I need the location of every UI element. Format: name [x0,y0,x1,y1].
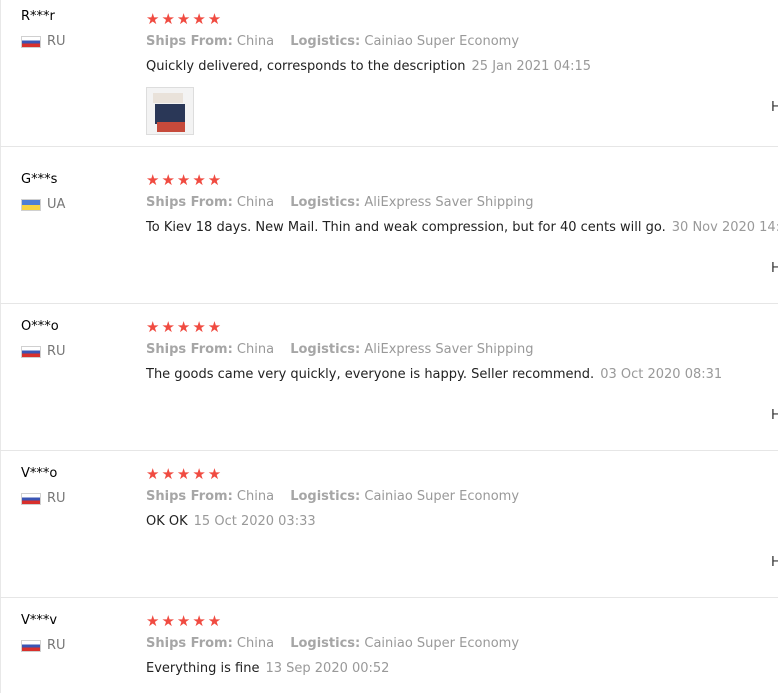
ships-from-value: China [236,636,275,651]
reviewer-name: V***o [21,466,58,481]
logistics-value: Cainiao Super Economy [364,34,520,49]
logistics-label: Logistics: [290,34,361,49]
country-code: RU [47,34,66,49]
review-text-line: OK OK 15 Oct 2020 03:33 [146,514,316,529]
ships-from-value: China [236,489,275,504]
shipping-info: Ships From: China Logistics: AliExpress … [146,195,533,210]
review-item: R***r RU ★★★★★ Ships From: China Logisti… [0,0,778,147]
russia-flag-icon [21,492,41,505]
helpful-link[interactable]: H [771,555,778,570]
review-text: Everything is fine [146,661,260,676]
review-text: OK OK [146,514,188,529]
shipping-info: Ships From: China Logistics: AliExpress … [146,342,533,357]
star-rating: ★★★★★ [146,612,224,630]
reviewer-name: O***o [21,319,59,334]
reviewer-country: RU [21,34,66,49]
review-date: 25 Jan 2021 04:15 [471,59,592,74]
ships-from-label: Ships From: [146,342,233,357]
country-code: RU [47,344,66,359]
reviewer-country: RU [21,491,66,506]
review-text: The goods came very quickly, everyone is… [146,367,595,382]
review-date: 15 Oct 2020 03:33 [193,514,316,529]
helpful-link[interactable]: H [771,408,778,423]
ships-from-label: Ships From: [146,195,233,210]
country-code: UA [47,197,66,212]
star-rating: ★★★★★ [146,318,224,336]
russia-flag-icon [21,35,41,48]
star-rating: ★★★★★ [146,10,224,28]
reviewer-country: UA [21,197,65,212]
star-rating: ★★★★★ [146,465,224,483]
ships-from-value: China [236,195,275,210]
russia-flag-icon [21,345,41,358]
reviewer-country: RU [21,344,66,359]
ships-from-value: China [236,342,275,357]
logistics-value: AliExpress Saver Shipping [364,342,534,357]
review-text-line: Quickly delivered, corresponds to the de… [146,59,591,74]
country-code: RU [47,491,66,506]
review-text-line: Everything is fine 13 Sep 2020 00:52 [146,661,389,676]
review-date: 13 Sep 2020 00:52 [265,661,390,676]
helpful-link[interactable]: H [771,261,778,276]
reviewer-country: RU [21,638,66,653]
review-item: V***v RU ★★★★★ Ships From: China Logisti… [0,598,778,693]
review-item: O***o RU ★★★★★ Ships From: China Logisti… [0,304,778,451]
logistics-value: Cainiao Super Economy [364,489,520,504]
ships-from-label: Ships From: [146,489,233,504]
review-text: Quickly delivered, corresponds to the de… [146,59,466,74]
logistics-label: Logistics: [290,489,361,504]
review-date: 03 Oct 2020 08:31 [600,367,723,382]
reviewer-name: V***v [21,613,58,628]
logistics-label: Logistics: [290,342,361,357]
review-text-line: The goods came very quickly, everyone is… [146,367,722,382]
logistics-label: Logistics: [290,195,361,210]
shipping-info: Ships From: China Logistics: Cainiao Sup… [146,34,519,49]
shipping-info: Ships From: China Logistics: Cainiao Sup… [146,489,519,504]
logistics-value: AliExpress Saver Shipping [364,195,534,210]
ships-from-label: Ships From: [146,34,233,49]
logistics-label: Logistics: [290,636,361,651]
review-text: To Kiev 18 days. New Mail. Thin and weak… [146,220,666,235]
star-rating: ★★★★★ [146,171,224,189]
review-date: 30 Nov 2020 14:18 [671,220,778,235]
reviewer-name: G***s [21,172,58,187]
review-item: G***s UA ★★★★★ Ships From: China Logisti… [0,157,778,304]
logistics-value: Cainiao Super Economy [364,636,520,651]
shipping-info: Ships From: China Logistics: Cainiao Sup… [146,636,519,651]
review-text-line: To Kiev 18 days. New Mail. Thin and weak… [146,220,778,235]
reviewer-name: R***r [21,9,55,24]
review-item: V***o RU ★★★★★ Ships From: China Logisti… [0,451,778,598]
ukraine-flag-icon [21,198,41,211]
review-photo-thumbnail[interactable] [146,87,194,135]
helpful-link[interactable]: H [771,100,778,115]
ships-from-value: China [236,34,275,49]
country-code: RU [47,638,66,653]
ships-from-label: Ships From: [146,636,233,651]
russia-flag-icon [21,639,41,652]
